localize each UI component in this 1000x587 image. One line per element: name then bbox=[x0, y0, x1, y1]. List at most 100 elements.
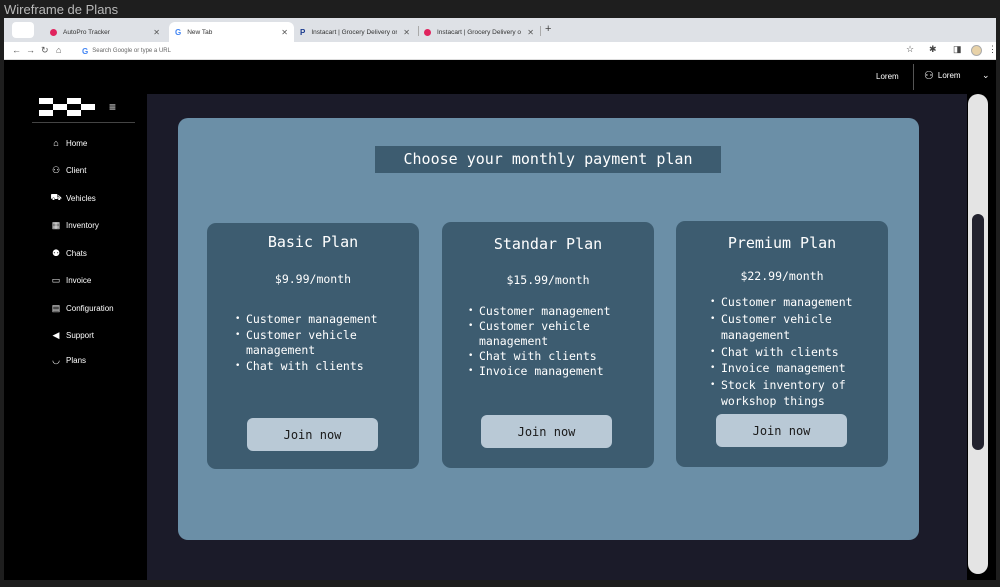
sidebar-divider bbox=[32, 122, 135, 123]
feature-item: Chat with clients bbox=[710, 344, 882, 361]
user-label: Lorem bbox=[937, 71, 961, 80]
hamburger-menu-icon[interactable]: ≡ bbox=[109, 100, 116, 114]
paypal-favicon: P bbox=[300, 27, 306, 37]
plan-title: Standar Plan bbox=[493, 235, 603, 253]
sidebar-item-configuration[interactable]: ▤ Configuration bbox=[50, 303, 114, 314]
car-icon: ⛟ bbox=[50, 192, 62, 202]
app-frame: AutoPro Tracker ✕ G New Tab ✕ P Instacar… bbox=[4, 18, 996, 580]
feature-item: Customer management bbox=[235, 312, 411, 328]
basket-icon: ◡ bbox=[52, 355, 60, 365]
sidebar-item-plans[interactable]: ◡ Plans bbox=[50, 355, 86, 366]
plan-features: Customer management Customer vehicle man… bbox=[468, 304, 648, 379]
home-icon[interactable]: ⌂ bbox=[56, 45, 61, 55]
sidebar-item-vehicles[interactable]: ⛟ Vehicles bbox=[50, 192, 96, 204]
sidebar-item-label: Plans bbox=[66, 356, 87, 365]
feature-item: Chat with clients bbox=[235, 359, 411, 375]
forward-icon[interactable]: → bbox=[26, 45, 35, 55]
topbar-link[interactable]: Lorem bbox=[876, 72, 899, 81]
omnibox-placeholder: Search Google or type a URL bbox=[92, 48, 171, 54]
tab-instacart-2[interactable]: Instacart | Grocery Delivery or... ✕ bbox=[418, 22, 540, 42]
people-icon: ⚉ bbox=[51, 248, 61, 258]
folder-icon: ▭ bbox=[51, 275, 61, 285]
scrollbar-thumb[interactable] bbox=[972, 214, 984, 450]
join-now-button[interactable]: Join now bbox=[247, 418, 378, 451]
tab-autopro[interactable]: AutoPro Tracker ✕ bbox=[44, 22, 166, 42]
feature-item: Customer vehicle management bbox=[468, 319, 648, 349]
close-icon[interactable]: ✕ bbox=[403, 28, 410, 37]
close-icon[interactable]: ✕ bbox=[527, 28, 534, 37]
plan-card-premium: Premium Plan $22.99/month Customer manag… bbox=[676, 221, 888, 467]
sidebar-item-label: Support bbox=[66, 331, 95, 340]
plan-card-basic: Basic Plan $9.99/month Customer manageme… bbox=[207, 223, 419, 469]
tab-new-tab[interactable]: G New Tab ✕ bbox=[169, 22, 294, 42]
chevron-down-icon[interactable]: ⌄ bbox=[982, 70, 990, 81]
sidebar-item-client[interactable]: ⚇ Client bbox=[50, 165, 87, 176]
tab-instacart-1[interactable]: P Instacart | Grocery Delivery or... ✕ bbox=[294, 22, 416, 42]
profile-avatar[interactable] bbox=[971, 45, 982, 56]
calendar-icon: ▦ bbox=[51, 220, 61, 230]
page-title: Choose your monthly payment plan bbox=[375, 146, 721, 173]
sidebar-item-chats[interactable]: ⚉ Chats bbox=[50, 248, 87, 259]
sidebar-item-home[interactable]: ⌂ Home bbox=[50, 138, 87, 148]
sidebar-item-label: Invoice bbox=[66, 276, 92, 285]
extensions-icon[interactable]: ✱ bbox=[929, 44, 937, 55]
instacart-favicon bbox=[424, 28, 431, 36]
feature-item: Stock inventory of workshop things bbox=[710, 377, 882, 410]
main-content: Choose your monthly payment plan Basic P… bbox=[147, 94, 967, 580]
autopro-favicon bbox=[50, 28, 57, 36]
plan-price: $9.99/month bbox=[274, 272, 352, 286]
sidebar-item-label: Client bbox=[66, 166, 87, 175]
scrollbar-track[interactable] bbox=[968, 94, 988, 574]
back-icon[interactable]: ← bbox=[12, 45, 21, 55]
reload-icon[interactable]: ↻ bbox=[41, 45, 49, 56]
home-icon: ⌂ bbox=[53, 138, 59, 148]
join-now-button[interactable]: Join now bbox=[481, 415, 612, 448]
feature-item: Customer management bbox=[468, 304, 648, 319]
bookmark-star-icon[interactable]: ☆ bbox=[906, 44, 914, 55]
topbar-divider bbox=[913, 64, 914, 90]
feature-item: Customer management bbox=[710, 294, 882, 311]
plan-features: Customer management Customer vehicle man… bbox=[710, 294, 882, 410]
close-icon[interactable]: ✕ bbox=[281, 28, 288, 37]
plan-title: Basic Plan bbox=[267, 233, 359, 251]
user-menu[interactable]: ⚇ Lorem bbox=[924, 69, 961, 82]
omnibox[interactable]: G Search Google or type a URL bbox=[82, 45, 171, 57]
document-icon: ▤ bbox=[51, 303, 61, 313]
new-tab-button[interactable]: + bbox=[545, 23, 551, 35]
plan-card-standar: Standar Plan $15.99/month Customer manag… bbox=[442, 222, 654, 468]
sidebar-item-label: Vehicles bbox=[66, 193, 96, 203]
plan-price: $15.99/month bbox=[506, 273, 590, 287]
sidebar-item-inventory[interactable]: ▦ Inventory bbox=[50, 220, 99, 231]
checkered-logo bbox=[39, 98, 99, 118]
plans-panel: Choose your monthly payment plan Basic P… bbox=[178, 118, 919, 540]
megaphone-icon: ◀ bbox=[52, 330, 60, 340]
side-panel-icon[interactable]: ◨ bbox=[953, 44, 962, 55]
feature-item: Chat with clients bbox=[468, 349, 648, 364]
feature-item: Customer vehicle management bbox=[235, 328, 411, 359]
sidebar: ≡ ⌂ Home ⚇ Client ⛟ Vehicles ▦ Inventory… bbox=[4, 94, 147, 580]
app-topbar: Lorem ⚇ Lorem ⌄ bbox=[4, 60, 996, 94]
plan-features: Customer management Customer vehicle man… bbox=[235, 312, 411, 374]
tab-title: New Tab bbox=[187, 28, 213, 36]
tab-title: Instacart | Grocery Delivery or... bbox=[311, 28, 398, 36]
browser-tab-bar: AutoPro Tracker ✕ G New Tab ✕ P Instacar… bbox=[4, 18, 996, 42]
feature-item: Invoice management bbox=[468, 364, 648, 379]
sidebar-item-label: Configuration bbox=[66, 304, 114, 313]
google-icon: G bbox=[175, 27, 182, 37]
close-icon[interactable]: ✕ bbox=[153, 28, 160, 37]
plan-title: Premium Plan bbox=[727, 234, 837, 252]
tab-divider bbox=[540, 26, 541, 36]
tab-title: AutoPro Tracker bbox=[63, 28, 110, 36]
user-icon: ⚇ bbox=[51, 165, 61, 175]
sidebar-item-label: Chats bbox=[66, 249, 87, 258]
frame-label: Wireframe de Plans bbox=[4, 2, 119, 17]
tab-title: Instacart | Grocery Delivery or... bbox=[437, 28, 522, 36]
google-icon: G bbox=[82, 46, 89, 56]
join-now-button[interactable]: Join now bbox=[716, 414, 847, 447]
tab-placeholder[interactable] bbox=[12, 22, 34, 38]
feature-item: Customer vehicle management bbox=[710, 311, 882, 344]
sidebar-item-invoice[interactable]: ▭ Invoice bbox=[50, 275, 92, 286]
sidebar-item-support[interactable]: ◀ Support bbox=[50, 330, 95, 341]
sidebar-item-label: Home bbox=[66, 138, 88, 148]
browser-menu-icon[interactable]: ⋮ bbox=[988, 44, 996, 55]
